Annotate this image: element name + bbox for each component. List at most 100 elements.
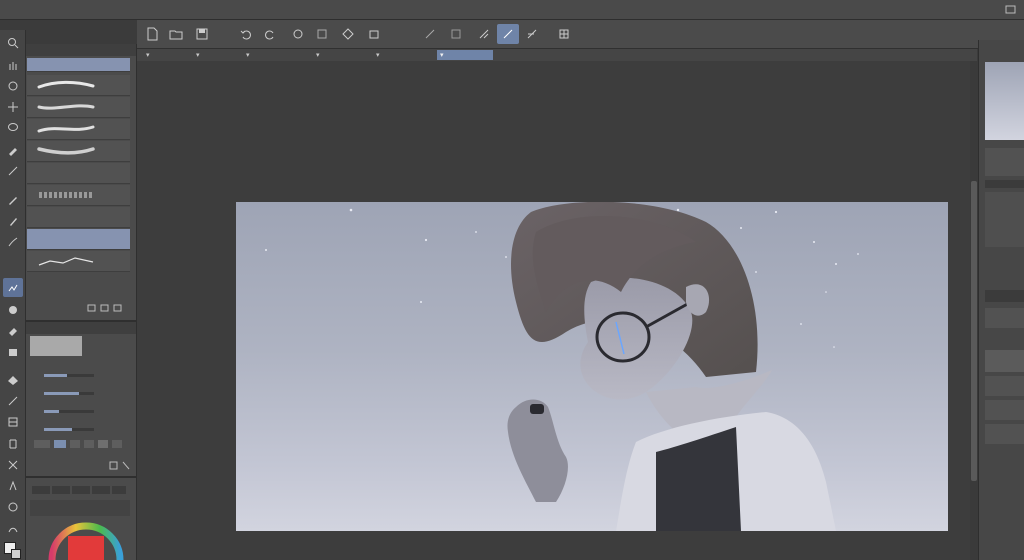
- brush-item[interactable]: [27, 185, 130, 206]
- deselect-button[interactable]: [445, 24, 467, 44]
- airbrush-tool[interactable]: [3, 278, 23, 297]
- clear-button[interactable]: [287, 24, 309, 44]
- panel-divider: [985, 180, 1024, 188]
- gradient-tool[interactable]: [3, 370, 23, 389]
- property-slider[interactable]: [44, 410, 94, 413]
- options-dropdown[interactable]: ▾: [243, 50, 253, 60]
- brush-item-selected[interactable]: [27, 229, 130, 250]
- maximize-icon[interactable]: [1005, 5, 1017, 15]
- shape-icon: [8, 527, 18, 532]
- extra-tool[interactable]: [3, 519, 23, 538]
- sub-tool-group-tab[interactable]: [27, 58, 130, 72]
- property-footer-buttons[interactable]: [108, 460, 132, 472]
- brush-tool[interactable]: [3, 232, 23, 251]
- fill-tool[interactable]: [3, 342, 23, 361]
- square-icon: [317, 29, 327, 39]
- clear-outside-button[interactable]: [311, 24, 333, 44]
- select-all-button[interactable]: [419, 24, 441, 44]
- tool-property-panel: [26, 320, 137, 476]
- color-panel-tabs[interactable]: [30, 484, 130, 496]
- correction-icon: [8, 502, 18, 511]
- lasso-tool[interactable]: [3, 118, 23, 137]
- eyedropper-icon: [9, 147, 17, 156]
- brush-item[interactable]: [27, 119, 130, 140]
- vertical-scrollbar[interactable]: [970, 61, 978, 560]
- brush-item[interactable]: [27, 251, 130, 272]
- balloon-tool[interactable]: [3, 476, 23, 495]
- property-slider[interactable]: [44, 374, 94, 377]
- options-dropdown[interactable]: ▾: [313, 50, 323, 60]
- scrollbar-thumb[interactable]: [971, 181, 977, 481]
- settings-icon: [109, 461, 130, 470]
- eraser-tool[interactable]: [3, 321, 23, 340]
- hand-tool[interactable]: [3, 55, 23, 74]
- figure-tool[interactable]: [3, 391, 23, 410]
- transform-button[interactable]: [363, 24, 385, 44]
- artwork: [265, 202, 859, 531]
- zoom-tool[interactable]: [3, 33, 23, 52]
- property-row[interactable]: [32, 362, 130, 378]
- property-row[interactable]: [32, 398, 130, 414]
- brush-item[interactable]: [27, 141, 130, 162]
- sub-color-swatch[interactable]: [11, 549, 21, 559]
- options-dropdown-active[interactable]: ▾: [437, 50, 493, 60]
- brush-preview: [30, 336, 82, 356]
- redo-button[interactable]: [259, 24, 281, 44]
- blend-tool[interactable]: [3, 300, 23, 319]
- gradient-icon: [8, 375, 18, 385]
- transform-icon: [369, 30, 379, 39]
- fill-icon: [342, 28, 354, 40]
- layer-row[interactable]: [985, 308, 1024, 328]
- brush-item[interactable]: [27, 97, 130, 118]
- fill-button[interactable]: [337, 24, 359, 44]
- color-wheel[interactable]: [44, 520, 128, 560]
- navigator-controls[interactable]: [985, 148, 1024, 176]
- layer-row[interactable]: [985, 350, 1024, 372]
- options-dropdown[interactable]: ▾: [373, 50, 383, 60]
- settings-button[interactable]: [553, 24, 575, 44]
- options-dropdown[interactable]: ▾: [143, 50, 153, 60]
- property-slider[interactable]: [44, 392, 94, 395]
- undo-button[interactable]: [235, 24, 257, 44]
- ruler-tool[interactable]: [3, 434, 23, 453]
- line-tool[interactable]: [3, 161, 23, 180]
- layer-property-panel[interactable]: [985, 192, 1024, 247]
- sub-tool-footer-buttons[interactable]: [86, 302, 126, 314]
- property-slider[interactable]: [44, 428, 94, 431]
- correction-tool[interactable]: [3, 497, 23, 516]
- deselect-icon: [451, 29, 461, 39]
- pencil-tool[interactable]: [3, 211, 23, 230]
- pen-tool[interactable]: [3, 190, 23, 209]
- layer-row[interactable]: [985, 400, 1024, 420]
- drawing-canvas[interactable]: [236, 202, 948, 531]
- property-row[interactable]: [32, 380, 130, 396]
- navigator-preview[interactable]: [985, 62, 1024, 140]
- snap-special-ruler-button[interactable]: [497, 24, 519, 44]
- save-icon: [196, 28, 208, 40]
- held-object: [530, 404, 544, 414]
- brush-tip-buttons[interactable]: [32, 438, 128, 450]
- snap-ruler-icon: [479, 29, 489, 39]
- snap-grid-button[interactable]: [521, 24, 543, 44]
- layer-row[interactable]: [985, 424, 1024, 444]
- options-dropdown[interactable]: ▾: [193, 50, 203, 60]
- redo-icon: [265, 30, 274, 40]
- text-tool[interactable]: [3, 455, 23, 474]
- color-mode-row[interactable]: [30, 500, 130, 516]
- brush-item[interactable]: [27, 163, 130, 184]
- frame-tool[interactable]: [3, 412, 23, 431]
- new-canvas-button[interactable]: [141, 24, 163, 44]
- brush-item[interactable]: [27, 207, 130, 228]
- brush-item[interactable]: [27, 75, 130, 96]
- open-button[interactable]: [165, 24, 187, 44]
- move-tool[interactable]: [3, 97, 23, 116]
- slider-fill: [44, 392, 79, 395]
- property-row[interactable]: [32, 416, 130, 432]
- line-icon: [8, 166, 18, 175]
- layer-row[interactable]: [985, 376, 1024, 396]
- snap-ruler-button[interactable]: [473, 24, 495, 44]
- save-button[interactable]: [191, 24, 213, 44]
- rotate-tool[interactable]: [3, 76, 23, 95]
- eyedropper-tool[interactable]: [3, 140, 23, 159]
- fill-icon: [9, 348, 17, 356]
